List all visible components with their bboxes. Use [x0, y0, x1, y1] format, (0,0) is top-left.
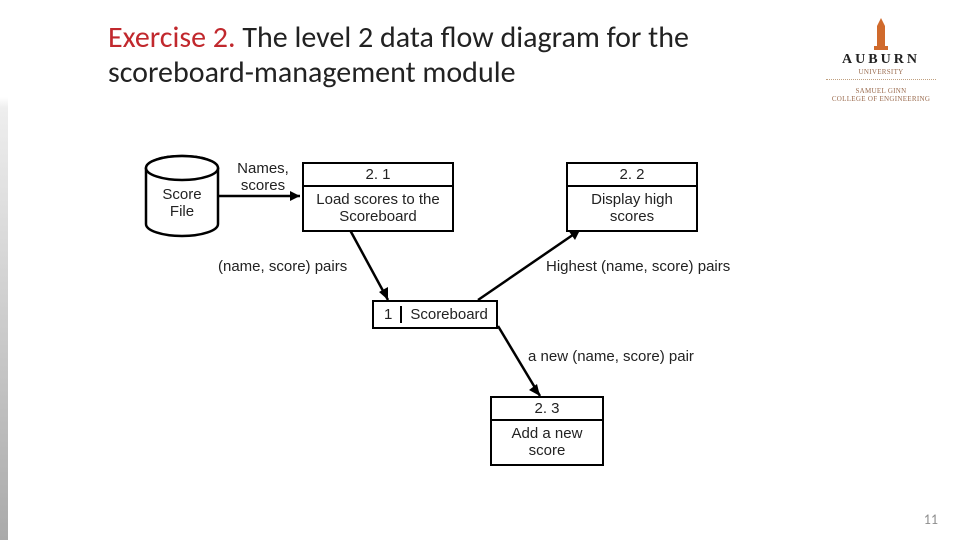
- flow-a-new-pair: a new (name, score) pair: [528, 348, 748, 365]
- flow-names-scores: Names, scores: [228, 160, 298, 195]
- process-2-3-num: 2. 3: [492, 398, 602, 421]
- process-2-3: 2. 3 Add a new score: [490, 396, 604, 466]
- flow-name-score-pairs: (name, score) pairs: [218, 258, 398, 275]
- process-1-text: Scoreboard: [410, 306, 488, 323]
- process-1: 1 Scoreboard: [372, 300, 498, 329]
- process-2-2-num: 2. 2: [568, 164, 696, 187]
- diagram-shapes: [0, 0, 960, 540]
- process-1-num: 1: [382, 306, 402, 323]
- process-2-3-text: Add a new score: [492, 421, 602, 464]
- process-2-2: 2. 2 Display high scores: [566, 162, 698, 232]
- process-2-1: 2. 1 Load scores to the Scoreboard: [302, 162, 454, 232]
- flow-highest-pairs: Highest (name, score) pairs: [546, 258, 776, 275]
- process-2-2-text: Display high scores: [568, 187, 696, 230]
- process-2-1-num: 2. 1: [304, 164, 452, 187]
- page-number: 11: [924, 511, 938, 528]
- datastore-label: Score File: [156, 186, 208, 221]
- process-2-1-text: Load scores to the Scoreboard: [304, 187, 452, 230]
